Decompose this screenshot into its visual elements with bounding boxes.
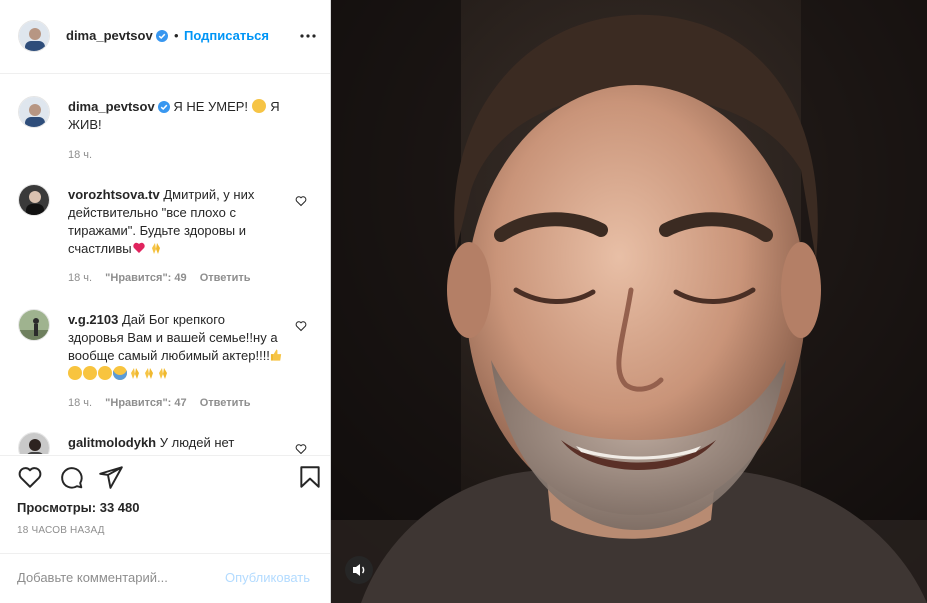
avatar[interactable] xyxy=(18,309,50,341)
caption-text: dima_pevtsov Я НЕ УМЕР! Я ЖИВ! xyxy=(68,99,280,132)
comment-text: galitmolodykh У людей нет xyxy=(68,435,235,450)
comment-time[interactable]: 18 ч. xyxy=(68,272,92,284)
comment-composer: Добавьте комментарий... Опубликовать xyxy=(0,553,330,603)
like-comment-icon[interactable] xyxy=(295,320,307,332)
praying-hands-emoji-icon xyxy=(152,243,161,254)
thumbs-up-emoji-icon xyxy=(270,349,282,361)
comment-username[interactable]: galitmolodykh xyxy=(68,435,156,450)
praying-hands-emoji-icon xyxy=(131,368,139,379)
comment-input[interactable]: Добавьте комментарий... xyxy=(17,570,168,585)
like-comment-icon[interactable] xyxy=(295,195,307,207)
praying-hands-emoji-icon xyxy=(159,368,167,379)
heart-emoji-icon xyxy=(132,242,145,253)
save-bookmark-icon[interactable] xyxy=(297,464,323,490)
caption-time[interactable]: 18 ч. xyxy=(68,149,92,161)
post-timestamp[interactable]: 18 ЧАСОВ НАЗАД xyxy=(17,525,105,536)
comment-username[interactable]: vorozhtsova.tv xyxy=(68,187,160,202)
comment-likes[interactable]: "Нравится": 49 xyxy=(105,272,186,284)
comment-likes[interactable]: "Нравится": 47 xyxy=(105,397,186,409)
smiling-emoji-icon xyxy=(83,366,97,380)
comment-username[interactable]: v.g.2103 xyxy=(68,312,118,327)
post-header: dima_pevtsov • Подписаться xyxy=(0,0,330,74)
verified-badge-icon xyxy=(155,30,168,42)
comment-item: galitmolodykh У людей нет xyxy=(0,432,330,454)
share-icon[interactable] xyxy=(98,464,124,490)
comment-text: vorozhtsova.tv Дмитрий, у них действител… xyxy=(68,187,255,256)
smiling-emoji-icon xyxy=(68,366,82,380)
verified-badge-icon xyxy=(157,101,170,113)
avatar[interactable] xyxy=(18,20,50,52)
comment-time[interactable]: 18 ч. xyxy=(68,397,92,409)
caption-meta: 18 ч. xyxy=(68,149,102,161)
comment-meta: 18 ч. "Нравится": 49 Ответить xyxy=(68,272,261,284)
publish-button[interactable]: Опубликовать xyxy=(225,570,310,585)
sound-toggle-button[interactable] xyxy=(345,556,373,584)
comment-icon[interactable] xyxy=(58,464,84,490)
smiling-emoji-icon xyxy=(98,366,112,380)
avatar[interactable] xyxy=(18,184,50,216)
sunglasses-emoji-icon xyxy=(113,366,127,380)
post-actions: Просмотры: 33 480 18 ЧАСОВ НАЗАД Добавьт… xyxy=(0,455,330,603)
avatar[interactable] xyxy=(18,96,50,128)
username-link[interactable]: dima_pevtsov xyxy=(66,28,168,43)
reply-button[interactable]: Ответить xyxy=(200,272,251,284)
like-icon[interactable] xyxy=(17,464,43,490)
caption-username[interactable]: dima_pevtsov xyxy=(68,99,155,114)
reply-button[interactable]: Ответить xyxy=(200,397,251,409)
video-frame-image xyxy=(331,0,927,603)
laughing-emoji-icon xyxy=(251,99,266,113)
comment-text: v.g.2103 Дай Бог крепкого здоровья Вам и… xyxy=(68,311,283,383)
separator-dot: • xyxy=(174,28,179,43)
avatar[interactable] xyxy=(18,432,50,454)
follow-button[interactable]: Подписаться xyxy=(184,28,269,43)
praying-hands-emoji-icon xyxy=(145,368,153,379)
more-options-icon[interactable] xyxy=(298,26,318,51)
views-count: Просмотры: 33 480 xyxy=(17,500,140,515)
speaker-icon xyxy=(353,564,365,576)
like-comment-icon[interactable] xyxy=(295,443,307,454)
comment-meta: 18 ч. "Нравится": 47 Ответить xyxy=(68,397,261,409)
video-player[interactable] xyxy=(331,0,927,603)
post-side-panel: dima_pevtsov • Подписаться dima_pevtsov … xyxy=(0,0,331,603)
